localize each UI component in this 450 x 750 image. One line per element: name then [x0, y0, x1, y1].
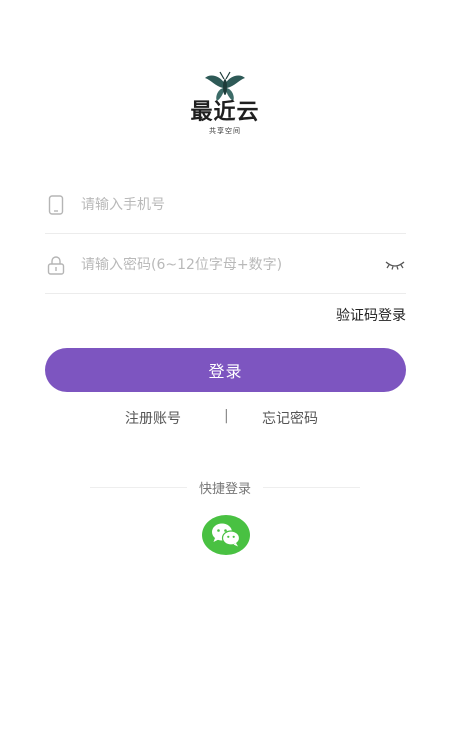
- register-link[interactable]: 注册账号: [125, 408, 181, 428]
- quick-login-label: 快捷登录: [199, 481, 252, 497]
- phone-input[interactable]: [81, 196, 406, 213]
- lock-icon: [45, 254, 67, 276]
- eye-closed-icon[interactable]: [384, 258, 406, 272]
- login-button[interactable]: 登录: [45, 348, 406, 392]
- butterfly-logo-icon: [205, 71, 245, 101]
- login-page: 最近云 共享空间 请输入手机号 验证码登录 登录 注册账号 | 忘记密码 快捷登…: [0, 0, 450, 750]
- brand-subtitle: 共享空间: [209, 127, 241, 135]
- password-field-row: [45, 236, 406, 294]
- account-links: 注册账号 | 忘记密码: [0, 408, 450, 428]
- phone-icon: [45, 194, 67, 216]
- forgot-password-link[interactable]: 忘记密码: [262, 408, 318, 428]
- brand-logo: 最近云 共享空间: [0, 70, 450, 136]
- divider-line-right: [263, 486, 361, 488]
- password-input[interactable]: [81, 256, 384, 273]
- wechat-icon: [212, 523, 241, 547]
- divider-line-left: [90, 486, 187, 488]
- sms-login-link[interactable]: 验证码登录: [336, 305, 406, 325]
- phone-field-row: [45, 176, 406, 234]
- links-separator: |: [224, 408, 229, 424]
- quick-login-divider: 快捷登录: [90, 477, 361, 497]
- brand-name: 最近云: [190, 100, 260, 125]
- wechat-login-button[interactable]: [202, 515, 250, 555]
